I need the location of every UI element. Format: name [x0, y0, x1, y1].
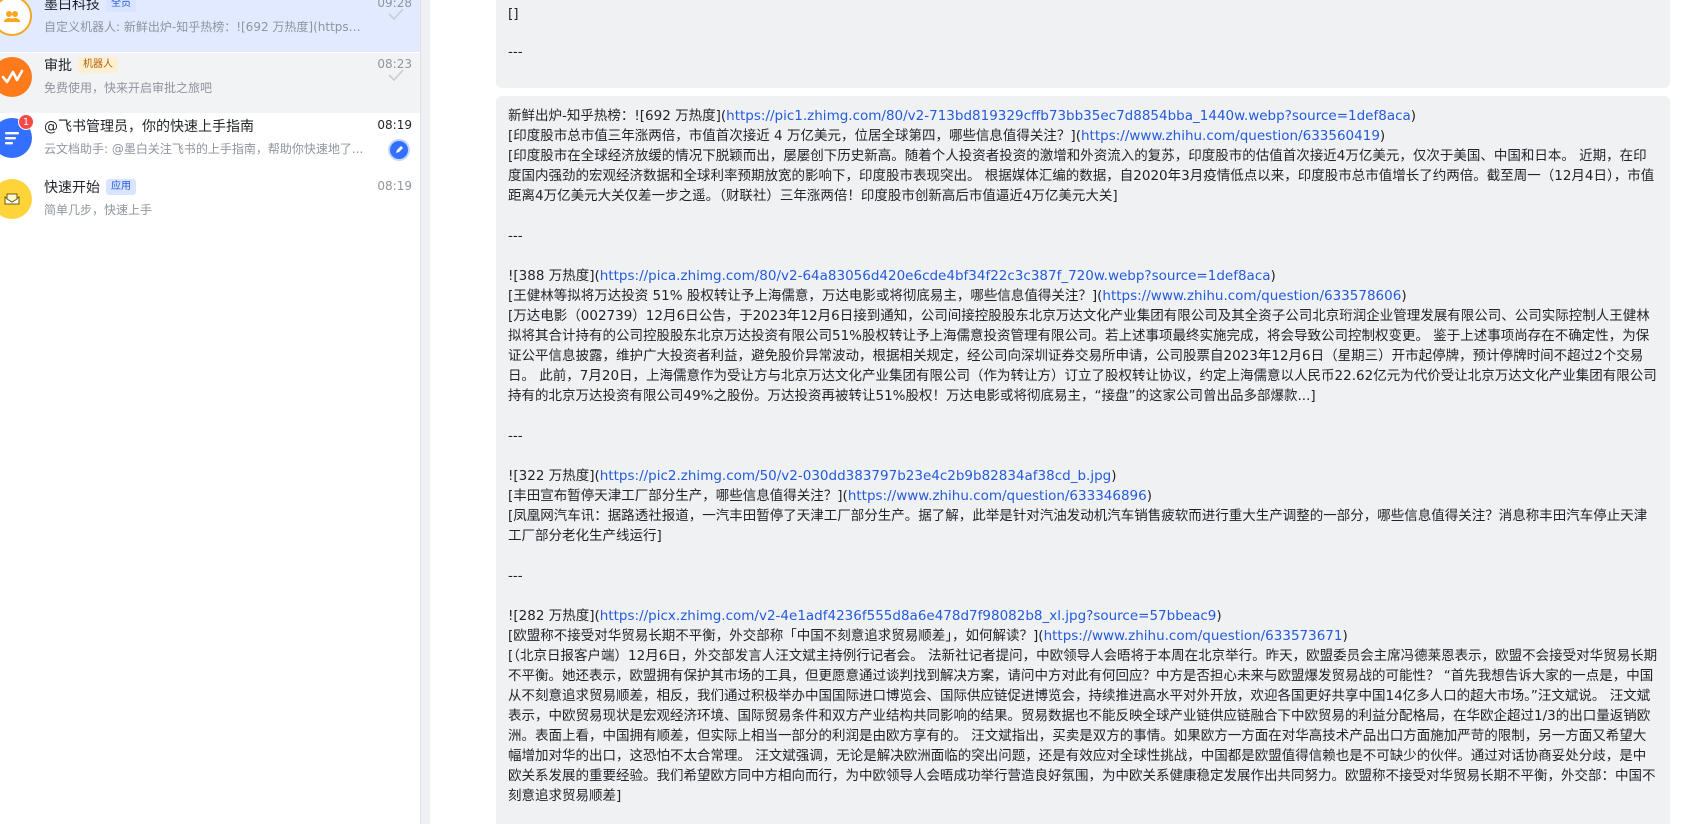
chat-name: 审批 — [44, 58, 72, 74]
item-title: [王健林等拟将万达投资 51% 股权转让予上海儒意，万达电影或将彻底易主，哪些信… — [508, 288, 1103, 304]
bracket-text: ) — [1146, 488, 1153, 504]
bracket-text: ) — [1379, 128, 1386, 144]
bracket-text: ) — [1401, 288, 1407, 304]
item-body: [印度股市在全球经济放缓的情况下脱颖而出，屡屡创下历史新高。随着个人投资者投资的… — [508, 148, 1655, 204]
chat-name: 快速开始 — [44, 180, 100, 196]
image-label: ![322 万热度]( — [508, 468, 600, 484]
image-link[interactable]: https://pic1.zhimg.com/80/v2-713bd819329… — [726, 108, 1411, 124]
tag-badge: 应用 — [106, 179, 136, 195]
message-bubble-previous[interactable]: [] --- — [496, 0, 1670, 88]
item-body: [（北京日报客户端）12月6日，外交部发言人汪文斌主持例行记者会。 法新社记者提… — [508, 648, 1658, 804]
chat-item-admin-guide[interactable]: 1 @飞书管理员，你的快速上手指南 08:19 云文档助手: @墨白关注飞书的上… — [0, 114, 420, 174]
question-link[interactable]: https://www.zhihu.com/question/633560419 — [1081, 128, 1380, 144]
chat-time: 08:19 — [377, 179, 412, 193]
bracket-text: ) — [1270, 268, 1276, 284]
bracket-text: ) — [1410, 108, 1417, 124]
message-content: 新鲜出炉-知乎热榜：![692 万热度](https://pic1.zhimg.… — [508, 106, 1658, 806]
unread-count-badge: 1 — [18, 114, 34, 130]
chat-item-mobai-tech[interactable]: 墨白科技 全员 09:28 自定义机器人: 新鲜出炉-知乎热榜：![692 万热… — [0, 0, 420, 52]
chat-time: 08:19 — [377, 118, 412, 132]
question-link[interactable]: https://www.zhihu.com/question/633573671 — [1044, 628, 1343, 644]
chat-name: @飞书管理员，你的快速上手指南 — [44, 119, 254, 135]
scrollbar[interactable] — [1677, 0, 1685, 824]
item-title: [丰田宣布暂停天津工厂部分生产，哪些信息值得关注？]( — [508, 488, 848, 504]
message-text: [] — [508, 6, 519, 22]
image-label: ![388 万热度]( — [508, 268, 600, 284]
app-window: 墨白科技 全员 09:28 自定义机器人: 新鲜出炉-知乎热榜：![692 万热… — [0, 0, 1685, 824]
chat-preview: 简单几步，快速上手 — [44, 203, 153, 217]
header-text: 新鲜出炉-知乎热榜：![692 万热度]( — [508, 108, 727, 124]
chat-item-approval[interactable]: 审批 机器人 08:23 免费使用，快来开启审批之旅吧 — [0, 53, 420, 113]
item-body: [万达电影（002739）12月6日公告，于2023年12月6日接到通知，公司间… — [508, 308, 1657, 404]
pane-divider[interactable] — [420, 0, 430, 824]
image-link[interactable]: https://picx.zhimg.com/v2-4e1adf4236f555… — [600, 608, 1217, 624]
image-link[interactable]: https://pic2.zhimg.com/50/v2-030dd383797… — [600, 468, 1111, 484]
bracket-text: ) — [1216, 608, 1222, 624]
approval-icon — [0, 57, 32, 97]
item-title: [印度股市总市值三年涨两倍，市值首次接近 4 万亿美元，位居全球第四，哪些信息值… — [508, 128, 1081, 144]
separator-text: --- — [508, 428, 523, 444]
separator-text: --- — [508, 228, 523, 244]
item-title: [欧盟称不接受对华贸易长期不平衡，外交部称「中国不刻意追求贸易顺差」，如何解读？… — [508, 628, 1044, 644]
mention-icon — [388, 139, 410, 161]
question-link[interactable]: https://www.zhihu.com/question/633346896 — [848, 488, 1147, 504]
question-link[interactable]: https://www.zhihu.com/question/633578606 — [1102, 288, 1401, 304]
chat-name: 墨白科技 — [44, 0, 100, 13]
image-label: ![282 万热度]( — [508, 608, 600, 624]
chat-preview: 自定义机器人: 新鲜出炉-知乎热榜：![692 万热度](https://... — [44, 20, 364, 34]
quickstart-icon — [0, 179, 32, 219]
group-icon — [0, 0, 32, 36]
read-check-icon — [388, 69, 404, 82]
tag-badge: 全员 — [106, 0, 136, 12]
separator-text: --- — [508, 44, 523, 60]
tag-badge: 机器人 — [78, 57, 118, 73]
image-link[interactable]: https://pica.zhimg.com/80/v2-64a83056d42… — [600, 268, 1271, 284]
separator-text: --- — [508, 568, 523, 584]
message-area[interactable]: [] --- 新鲜出炉-知乎热榜：![692 万热度](https://pic1… — [430, 0, 1685, 824]
chat-item-quick-start[interactable]: 快速开始 应用 08:19 简单几步，快速上手 — [0, 175, 420, 235]
bracket-text: ) — [1111, 468, 1117, 484]
chat-preview: 免费使用，快来开启审批之旅吧 — [44, 81, 213, 95]
message-bubble[interactable]: 新鲜出炉-知乎热榜：![692 万热度](https://pic1.zhimg.… — [496, 96, 1670, 824]
read-check-icon — [388, 8, 404, 21]
item-body: [凤凰网汽车讯：据路透社报道，一汽丰田暂停了天津工厂部分生产。据了解，此举是针对… — [508, 508, 1648, 544]
bracket-text: ) — [1342, 628, 1348, 644]
chat-preview: 云文档助手: @墨白关注飞书的上手指南，帮助你快速地了... — [44, 142, 364, 156]
conversation-list: 墨白科技 全员 09:28 自定义机器人: 新鲜出炉-知乎热榜：![692 万热… — [0, 0, 420, 824]
